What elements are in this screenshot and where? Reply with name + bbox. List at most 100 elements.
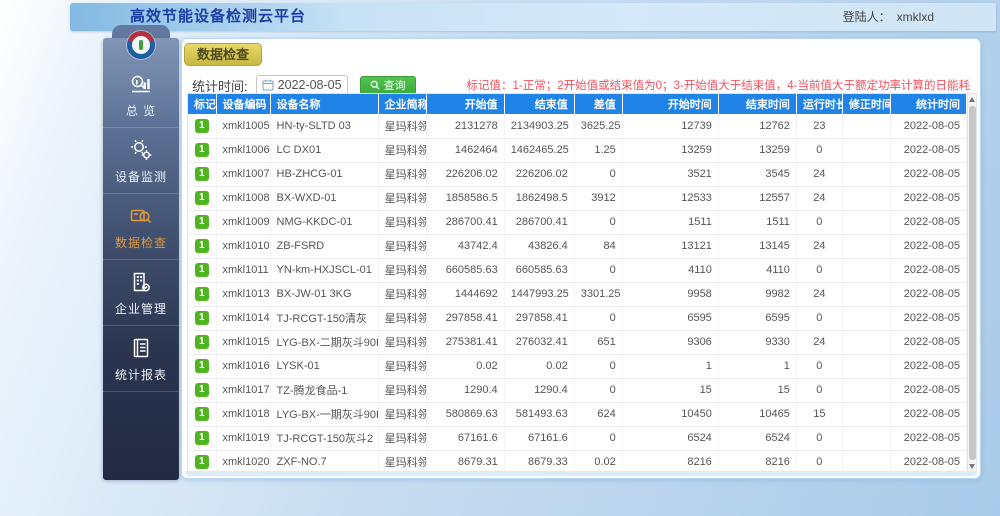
table-cell: 0 [796,210,843,235]
table-row[interactable]: 1 xmkl1007 HB-ZHCG-01 星玛科领 226206.02 226206.0… [188,162,968,187]
table-row[interactable]: 1 xmkl1009 NMG-KKDC-01 星玛科领 286700.41 286700.… [188,210,968,235]
panel-bottom-strip [185,471,977,476]
table-cell: 2022-08-05 [890,138,968,163]
column-header: 差值 [574,94,623,114]
table-cell: 3912 [574,186,623,211]
table-cell: 0 [574,378,623,403]
sidebar-item-label: 总 览 [125,103,157,118]
table-cell: 624 [574,402,623,427]
table-cell: 15 [796,402,843,427]
table-cell: 0 [574,354,623,379]
table-cell: 2131278 [426,114,505,139]
table-cell: 4110 [622,258,719,283]
table-cell [842,306,891,331]
mark-badge: 1 [194,455,209,469]
table-cell: 星玛科领 [378,162,427,187]
table-cell: xmkl1013 [216,282,271,307]
table-cell: 0.02 [504,354,575,379]
table-cell: xmkl1019 [216,426,271,451]
data-check-tab-button[interactable]: 数据检查 [184,43,262,66]
mark-badge: 1 [194,215,209,229]
table-cell: 0 [574,258,623,283]
mark-badge: 1 [194,359,209,373]
table-cell: LC DX01 [270,138,379,163]
data-table: 标记设备编码设备名称企业简称开始值结束值差值开始时间结束时间运行时长修正时间统计… [188,94,968,475]
sidebar-item-label: 企业管理 [114,301,167,316]
table-scrollbar[interactable] [967,94,977,472]
table-cell: xmkl1010 [216,234,271,259]
table-cell: 13145 [718,234,797,259]
table-cell: 0 [574,210,623,235]
table-header-row: 标记设备编码设备名称企业简称开始值结束值差值开始时间结束时间运行时长修正时间统计… [188,94,968,114]
table-cell: 67161.6 [426,426,505,451]
calendar-icon [262,79,274,91]
date-input[interactable]: 2022-08-05 [255,75,348,95]
table-row[interactable]: 1 xmkl1014 TJ-RCGT-150清灰 星玛科领 297858.41 29785… [188,306,968,331]
query-button[interactable]: 查询 [359,75,416,95]
table-cell: 3521 [622,162,719,187]
table-cell: 星玛科领 [378,402,427,427]
table-row[interactable]: 1 xmkl1018LYG-BX-一期灰斗90KW星玛科领580869.63581… [188,402,968,427]
table-row[interactable]: 1 xmkl1016 LYSK-01 星玛科领 0.02 0.02 0 1 1 0 2022-08-… [188,354,968,379]
table-cell: 1 [188,162,217,187]
table-cell: ZB-FSRD [270,234,379,259]
table-cell: 297858.41 [426,306,505,331]
scroll-down-arrow[interactable] [969,464,976,469]
date-value: 2022-08-05 [277,78,342,92]
table-row[interactable]: 1 xmkl1011 YN-km-HXJSCL-01 星玛科领 660585.63 660… [188,258,968,283]
table-cell: 581493.63 [504,402,575,427]
table-cell: 1862498.5 [504,186,575,211]
mark-badge: 1 [194,143,209,157]
table-cell: 1 [718,354,797,379]
table-cell [842,282,891,307]
table-cell: 84 [574,234,623,259]
column-header: 统计时间 [890,94,968,114]
table-cell: 1858586.5 [426,186,505,211]
table-cell: 3545 [718,162,797,187]
table-row[interactable]: 1 xmkl1010 ZB-FSRD 星玛科领 43742.4 43826.4 84 1312… [188,234,968,259]
sidebar-item-enterprise[interactable]: 企业管理 [103,260,179,326]
table-cell: 226206.02 [426,162,505,187]
scroll-up-arrow[interactable] [969,97,976,102]
table-cell: 12762 [718,114,797,139]
mark-badge: 1 [194,335,209,349]
table-cell: xmkl1014 [216,306,271,331]
table-row[interactable]: 1 xmkl1006 LC DX01 星玛科领 1462464 1462465.25 1.2… [188,138,968,163]
table-cell: 星玛科领 [378,186,427,211]
table-cell: 10450 [622,402,719,427]
table-cell: 2022-08-05 [890,258,968,283]
enterprise-icon [133,272,150,291]
table-row[interactable]: 1 xmkl1015LYG-BX-二期灰斗90KW星玛科领275381.41276… [188,330,968,355]
table-row[interactable]: 1 xmkl1017 TZ-腾龙食品-1 星玛科领 1290.4 1290.4 0 15 15 0… [188,378,968,403]
table-cell: 星玛科领 [378,114,427,139]
table-cell: 2022-08-05 [890,114,968,139]
column-header: 修正时间 [842,94,891,114]
mark-badge: 1 [194,239,209,253]
table-cell: 0 [796,138,843,163]
table-cell: 9958 [622,282,719,307]
table-cell: 24 [796,282,843,307]
table-cell: 1511 [622,210,719,235]
sidebar-item-device-monitor[interactable]: 设备监测 [103,128,179,194]
scrollbar-thumb[interactable] [969,106,977,460]
table-cell: xmkl1009 [216,210,271,235]
table-row[interactable]: 1 xmkl1019 TJ-RCGT-150灰斗2 星玛科领 67161.6 67161.… [188,426,968,451]
table-cell: 9306 [622,330,719,355]
table-cell: 4110 [718,258,797,283]
sidebar-item-report[interactable]: 统计报表 [103,326,179,392]
table-cell: TJ-RCGT-150清灰 [270,306,379,331]
sidebar-item-overview[interactable]: 总 览 [103,62,179,128]
table-cell: 1290.4 [426,378,505,403]
table-row[interactable]: 1 xmkl1013 BX-JW-01 3KG 星玛科领 1444692 1447993.… [188,282,968,307]
table-cell [842,186,891,211]
table-cell: LYG-BX-一期灰斗90KW [270,402,379,427]
table-cell: 星玛科领 [378,426,427,451]
sidebar: 总 览 设备监测 数据检查 企业管理 统计报表 [103,38,179,480]
top-bar: 高效节能设备检测云平台 登陆人： xmklxd [70,3,996,31]
table-cell: 1 [188,402,217,427]
table-row[interactable]: 1 xmkl1008 BX-WXD-01 星玛科领 1858586.5 1862498.5… [188,186,968,211]
table-row[interactable]: 1 xmkl1005 HN-ty-SLTD 03 星玛科领 2131278 2134903… [188,114,968,139]
sidebar-item-data-check[interactable]: 数据检查 [103,194,179,260]
table-cell [842,330,891,355]
table-cell: xmkl1018 [216,402,271,427]
